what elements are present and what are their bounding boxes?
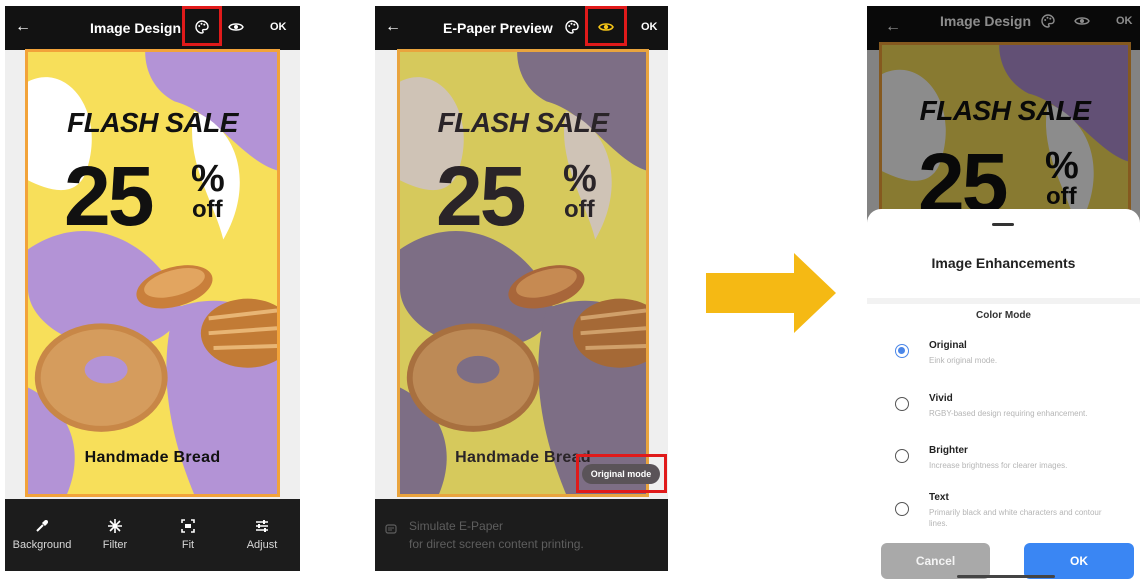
poster-number: 25 — [436, 149, 526, 243]
background-tool-button[interactable]: Background — [7, 517, 77, 551]
simulate-bar: Simulate E-Paper for direct screen conte… — [375, 499, 668, 571]
sheet-title: Image Enhancements — [931, 255, 1076, 271]
radio-unselected[interactable] — [895, 502, 909, 516]
epaper-preview-screen: ← E-Paper Preview OK FLASH SALE 25 % off… — [375, 6, 668, 571]
tutorial-figure: ← Image Design OK FLASH SALE 25 % off Ha… — [0, 0, 1140, 579]
poster-caption: Handmade Bread — [84, 449, 221, 466]
message-icon — [385, 523, 403, 553]
simulate-text: Simulate E-Paper for direct screen conte… — [409, 517, 584, 553]
image-enhancements-sheet: Image Enhancements Color Mode Original E… — [867, 209, 1140, 579]
option-description: Eink original mode. — [929, 356, 998, 365]
eyedropper-icon — [7, 517, 77, 535]
highlight-box-eye — [585, 6, 627, 46]
poster-headline: FLASH SALE — [67, 107, 238, 138]
tool-label: Fit — [181, 539, 195, 551]
adjust-tool-button[interactable]: Adjust — [227, 517, 297, 551]
tool-label: Filter — [102, 539, 128, 551]
fit-tool-button[interactable]: Fit — [153, 517, 223, 551]
option-description: Increase brightness for clearer images. — [929, 461, 1068, 470]
simulate-line-2: for direct screen content printing. — [409, 537, 584, 551]
poster-percent: % — [191, 158, 225, 200]
right-arrow-icon — [706, 253, 836, 333]
poster-image: FLASH SALE 25 % off Handmade Bread — [25, 49, 280, 497]
palette-icon[interactable] — [562, 17, 582, 37]
filter-tool-button[interactable]: Filter — [80, 517, 150, 551]
option-name: Brighter — [929, 445, 968, 456]
radio-unselected[interactable] — [895, 449, 909, 463]
home-indicator — [957, 575, 1055, 578]
option-description: RGBY-based design requiring enhancement. — [929, 409, 1088, 418]
poster-percent: % — [563, 158, 597, 200]
cancel-button[interactable]: Cancel — [881, 543, 990, 579]
option-name: Vivid — [929, 393, 953, 404]
tool-label: Adjust — [246, 539, 278, 551]
highlight-box-palette — [182, 6, 222, 46]
image-enhancements-screen: ← Image Design OK FLASH SALE 25 % off Im… — [867, 6, 1140, 579]
ok-button[interactable]: OK — [641, 21, 658, 33]
back-arrow-icon[interactable]: ← — [385, 18, 401, 36]
highlight-box-mode — [576, 454, 667, 493]
back-arrow-icon[interactable]: ← — [15, 18, 31, 36]
option-name: Text — [929, 492, 949, 503]
poster-headline: FLASH SALE — [437, 107, 609, 138]
image-design-screen: ← Image Design OK FLASH SALE 25 % off Ha… — [5, 6, 300, 571]
screen-title: Image Design — [90, 20, 182, 36]
poster-off: off — [192, 196, 223, 223]
divider — [867, 298, 1140, 304]
edit-toolbar: Background Filter Fit Adjust — [5, 499, 300, 571]
epaper-poster-image: FLASH SALE 25 % off Handmade Bread — [397, 49, 649, 497]
option-description: Primarily black and white characters and… — [929, 508, 1102, 528]
poster-number: 25 — [64, 149, 154, 243]
ok-button[interactable]: OK — [270, 21, 287, 33]
fit-icon — [153, 517, 223, 535]
section-title: Color Mode — [976, 310, 1031, 321]
radio-selected[interactable] — [895, 344, 909, 358]
option-name: Original — [929, 340, 967, 351]
screen-title: E-Paper Preview — [443, 20, 553, 36]
tool-label: Background — [12, 539, 72, 551]
ok-button[interactable]: OK — [1024, 543, 1134, 579]
filter-icon — [80, 517, 150, 535]
sliders-icon — [227, 517, 297, 535]
sheet-grabber[interactable] — [992, 223, 1014, 226]
top-bar: ← Image Design OK — [5, 6, 300, 50]
simulate-info: Simulate E-Paper for direct screen conte… — [385, 517, 584, 553]
poster-off: off — [564, 196, 595, 223]
simulate-line-1: Simulate E-Paper — [409, 519, 504, 533]
eye-icon[interactable] — [226, 17, 246, 37]
radio-unselected[interactable] — [895, 397, 909, 411]
